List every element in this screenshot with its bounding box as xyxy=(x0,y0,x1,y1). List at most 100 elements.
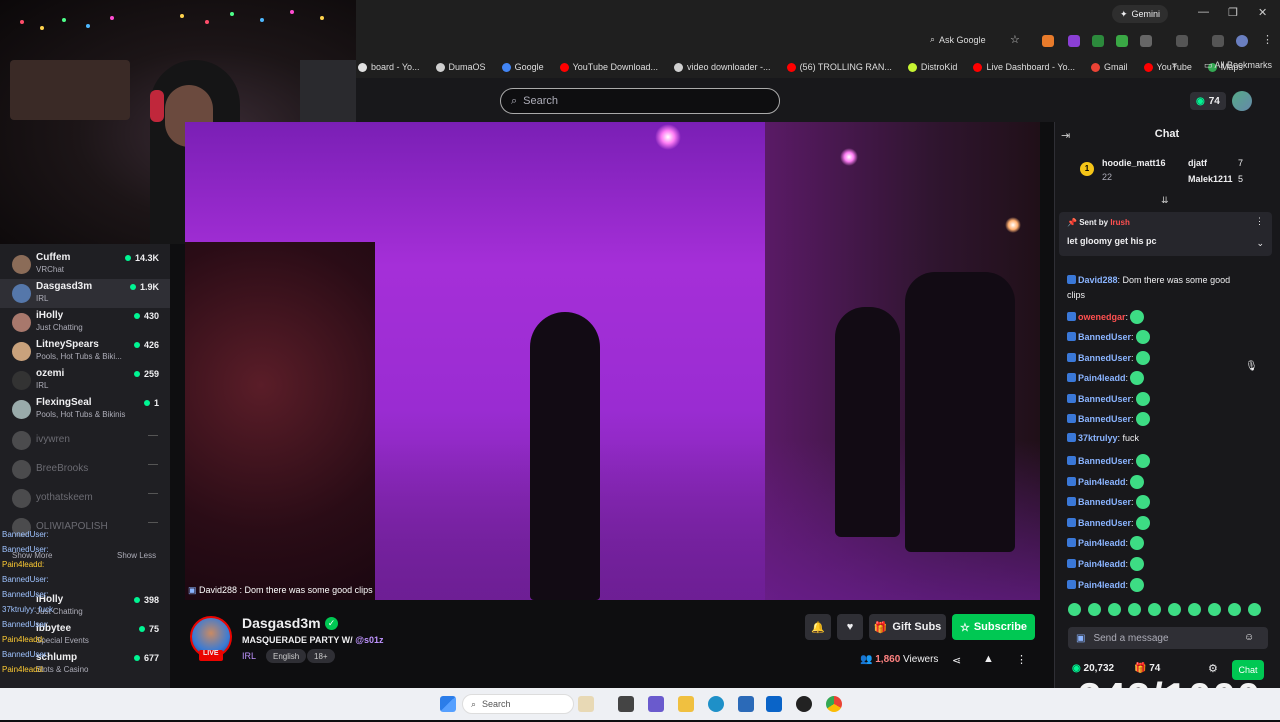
more-options-icon[interactable]: ⋮ xyxy=(1016,653,1027,666)
leaderboard-user[interactable]: Malek1211 xyxy=(1188,174,1233,184)
star-icon[interactable]: ☆ xyxy=(1010,33,1020,46)
profile-icon[interactable] xyxy=(1236,35,1248,47)
bookmark-item[interactable]: board - Yo... xyxy=(358,62,420,72)
bookmark-item[interactable]: DumaOS xyxy=(435,62,486,72)
restore-icon[interactable]: ❐ xyxy=(1228,6,1238,19)
chat-message[interactable]: owenedgar: xyxy=(1067,310,1145,324)
show-less-link[interactable]: Show Less xyxy=(117,551,156,560)
edge-icon[interactable] xyxy=(708,696,724,712)
chat-message[interactable]: BannedUser: xyxy=(1067,516,1150,530)
gemini-button[interactable]: ✦ Gemini xyxy=(1111,5,1168,23)
emote-bar[interactable] xyxy=(1068,603,1261,616)
sidebar-channel-offline[interactable]: BreeBrooks xyxy=(0,455,170,484)
search-input[interactable]: ⌕ Search xyxy=(500,88,780,114)
chat-message[interactable]: BannedUser: xyxy=(1067,351,1150,365)
downloads-icon[interactable] xyxy=(1212,35,1224,47)
chat-username[interactable]: BannedUser xyxy=(1078,332,1131,342)
bookmark-item[interactable]: YouTube xyxy=(1143,62,1192,72)
puzzle-icon[interactable] xyxy=(1140,35,1152,47)
bookmark-item[interactable]: Live Dashboard - Yo... xyxy=(973,62,1075,72)
chat-username[interactable]: Pain4leadd xyxy=(1078,538,1126,548)
chat-username[interactable]: BannedUser xyxy=(1078,414,1131,424)
extension-icon[interactable] xyxy=(1092,35,1104,47)
chat-message[interactable]: clips xyxy=(1067,290,1085,300)
expand-leaderboard-icon[interactable]: ⇊ xyxy=(1161,195,1169,206)
widgets-icon[interactable] xyxy=(578,696,594,712)
leaderboard-user[interactable]: djatf xyxy=(1188,158,1207,168)
sidebar-channel-dasgasd3m[interactable]: Dasgasd3m IRL 1.9K xyxy=(0,279,170,308)
sidebar-channel-offline[interactable]: ivywren xyxy=(0,426,170,455)
points-badge[interactable]: ◉ 74 xyxy=(1190,92,1226,110)
chat-username[interactable]: BannedUser xyxy=(1078,394,1131,404)
chat-username[interactable]: Pain4leadd xyxy=(1078,477,1126,487)
close-icon[interactable]: ✕ xyxy=(1258,6,1267,19)
chat-message[interactable]: Pain4leadd: xyxy=(1067,475,1145,489)
chat-message[interactable]: Pain4leadd: xyxy=(1067,371,1145,385)
leaderboard-user[interactable]: hoodie_matt16 xyxy=(1102,158,1166,168)
user-avatar[interactable] xyxy=(1232,91,1252,111)
chat-username[interactable]: BannedUser xyxy=(1078,456,1131,466)
menu-icon[interactable]: ⋮ xyxy=(1262,33,1273,46)
notification-bell-icon[interactable]: 🔔 xyxy=(805,614,831,640)
chrome-icon[interactable] xyxy=(826,696,842,712)
channel-points[interactable]: ◉ 20,732 xyxy=(1072,663,1114,674)
chat-username[interactable]: owenedgar xyxy=(1078,312,1126,322)
sidebar-channel-offline[interactable]: yothatskeem xyxy=(0,484,170,513)
subscribe-button[interactable]: ☆ Subscribe xyxy=(952,614,1035,640)
chat-input[interactable]: ▣ Send a message xyxy=(1068,627,1268,649)
chat-username[interactable]: Pain4leadd xyxy=(1078,373,1126,383)
share-icon[interactable]: ⋖ xyxy=(952,654,961,667)
chat-message[interactable]: BannedUser: xyxy=(1067,412,1150,426)
bookmark-item[interactable]: Google xyxy=(501,62,544,72)
tag-mature[interactable]: 18+ xyxy=(307,649,335,663)
bookmark-item[interactable]: DistroKid xyxy=(907,62,957,72)
chat-message[interactable]: BannedUser: xyxy=(1067,392,1150,406)
bookmark-item[interactable]: video downloader -... xyxy=(674,62,771,72)
gift-subs-button[interactable]: 🎁 Gift Subs xyxy=(869,614,946,640)
file-explorer-icon[interactable] xyxy=(678,696,694,712)
chat-message[interactable]: Pain4leadd: xyxy=(1067,557,1145,571)
extension-icon[interactable] xyxy=(1116,35,1128,47)
cast-icon[interactable] xyxy=(1176,35,1188,47)
chat-message[interactable]: BannedUser: xyxy=(1067,330,1150,344)
bookmark-item[interactable]: YouTube Download... xyxy=(559,62,658,72)
extension-icon[interactable] xyxy=(1068,35,1080,47)
pinned-message[interactable]: 📌 Sent by Irush let gloomy get his pc ⋮ … xyxy=(1059,212,1272,256)
chat-message[interactable]: Pain4leadd: xyxy=(1067,578,1145,592)
gift-count[interactable]: 🎁 74 xyxy=(1134,663,1160,674)
taskbar-search[interactable]: ⌕ Search xyxy=(462,694,574,714)
emote-picker-icon[interactable]: ☺ xyxy=(1244,632,1254,643)
bookmark-item[interactable]: Gmail xyxy=(1091,62,1128,72)
store-icon[interactable] xyxy=(738,696,754,712)
chat-message[interactable]: BannedUser: xyxy=(1067,495,1150,509)
report-icon[interactable]: ▲ xyxy=(983,653,994,665)
heart-icon[interactable]: ♥ xyxy=(837,614,863,640)
stream-category[interactable]: IRL xyxy=(242,651,256,661)
chat-message[interactable]: Pain4leadd: xyxy=(1067,536,1145,550)
chat-username[interactable]: BannedUser xyxy=(1078,353,1131,363)
streamer-name[interactable]: Dasgasd3m xyxy=(242,615,321,631)
stream-title-mention[interactable]: @s01z xyxy=(355,635,383,645)
pin-menu-icon[interactable]: ⋮ xyxy=(1255,216,1264,227)
chat-username[interactable]: Pain4leadd xyxy=(1078,580,1126,590)
video-player[interactable] xyxy=(185,122,1040,600)
sidebar-channel-cuffem[interactable]: Cuffem VRChat 14.3K xyxy=(0,250,170,279)
sidebar-channel-flexingseal[interactable]: FlexingSeal Pools, Hot Tubs & Bikinis 1 xyxy=(0,395,170,424)
chat-username[interactable]: Pain4leadd xyxy=(1078,559,1126,569)
sidebar-channel-litneyspears[interactable]: LitneySpears Pools, Hot Tubs & Biki... 426 xyxy=(0,337,170,366)
start-icon[interactable] xyxy=(440,696,456,712)
sidebar-channel-iholly[interactable]: iHolly Just Chatting 430 xyxy=(0,308,170,337)
ask-google-button[interactable]: ⌕ Ask Google xyxy=(930,34,986,45)
show-more-link[interactable]: Show More xyxy=(12,551,52,560)
microphone-icon[interactable]: 🎙 xyxy=(1245,361,1259,375)
chat-message[interactable]: BannedUser: xyxy=(1067,454,1150,468)
chat-username[interactable]: 37ktrulyy xyxy=(1078,433,1118,443)
app-icon[interactable] xyxy=(796,696,812,712)
more-bookmarks-icon[interactable]: » xyxy=(1172,60,1177,70)
extension-icon[interactable] xyxy=(1042,35,1054,47)
minimize-icon[interactable]: — xyxy=(1198,6,1209,18)
chat-message[interactable]: 37ktrulyy: fuck xyxy=(1067,433,1139,443)
chat-username[interactable]: BannedUser xyxy=(1078,518,1131,528)
copilot-icon[interactable] xyxy=(648,696,664,712)
tag-language[interactable]: English xyxy=(266,649,307,663)
